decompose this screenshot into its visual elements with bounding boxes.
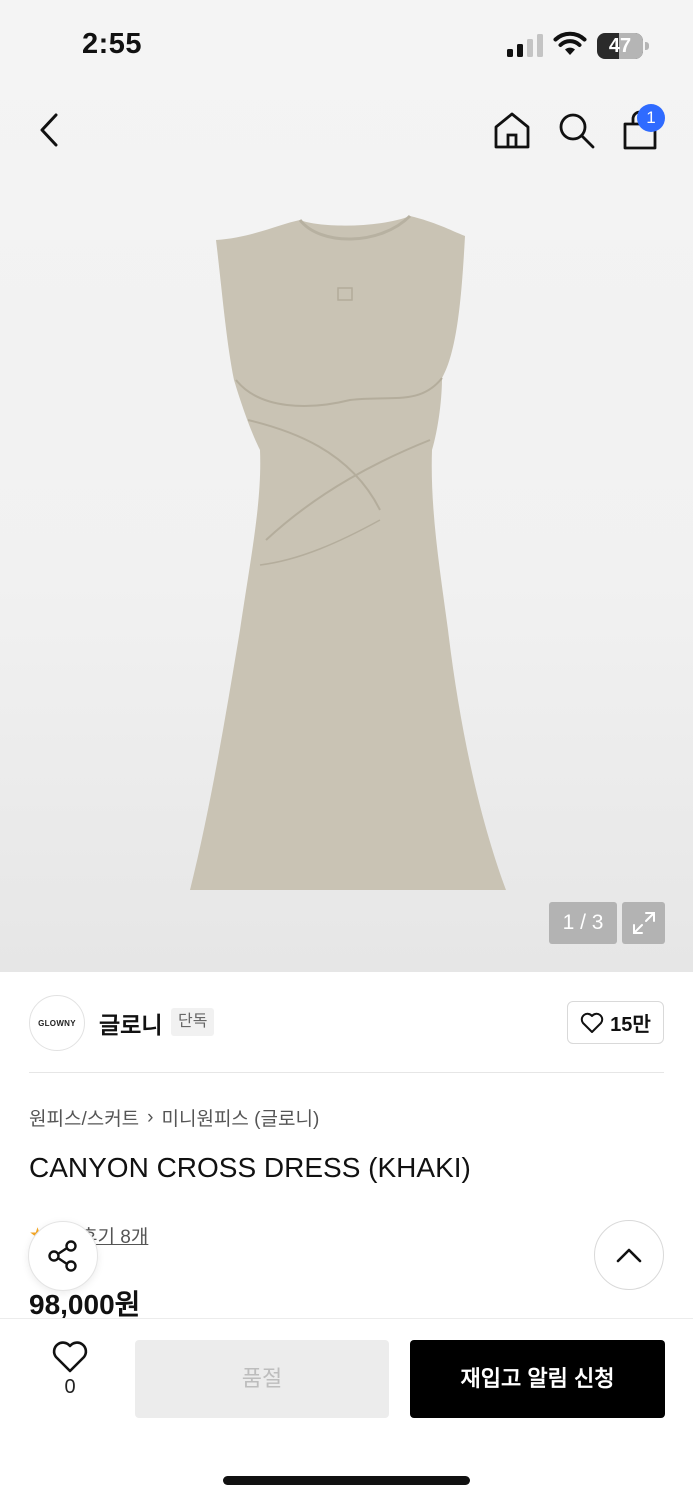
product-title: CANYON CROSS DRESS (KHAKI) bbox=[29, 1152, 471, 1183]
heart-icon bbox=[52, 1341, 88, 1373]
soldout-button[interactable]: 품절 bbox=[135, 1340, 389, 1418]
status-time: 2:55 bbox=[82, 28, 143, 60]
heart-icon bbox=[580, 1012, 604, 1033]
home-indicator bbox=[223, 1476, 470, 1485]
product-gallery[interactable]: 2:55 47 1 1 / 3 bbox=[0, 0, 693, 972]
restock-alert-button[interactable]: 재입고 알림 신청 bbox=[410, 1340, 665, 1418]
share-button[interactable] bbox=[28, 1221, 98, 1291]
brand-like-button[interactable]: 15만 bbox=[567, 1001, 664, 1044]
brand-logo-text: GLOWNY bbox=[38, 1018, 76, 1028]
cart-count-badge: 1 bbox=[637, 104, 665, 132]
breadcrumb-subcategory[interactable]: 미니원피스 (글로니) bbox=[162, 1104, 320, 1131]
cellular-signal-icon bbox=[507, 34, 543, 57]
chevron-left-icon bbox=[40, 113, 58, 147]
battery-percent: 47 bbox=[608, 35, 632, 57]
expand-icon bbox=[632, 912, 655, 934]
breadcrumb: 원피스/스커트 › 미니원피스 (글로니) bbox=[29, 1104, 319, 1131]
product-image[interactable] bbox=[180, 210, 520, 900]
back-button[interactable] bbox=[28, 108, 72, 152]
wish-count: 0 bbox=[64, 1376, 76, 1398]
status-bar: 2:55 47 bbox=[0, 0, 693, 90]
search-icon bbox=[559, 113, 595, 149]
breadcrumb-category[interactable]: 원피스/스커트 bbox=[29, 1104, 139, 1131]
chevron-up-icon bbox=[616, 1248, 642, 1263]
battery-icon: 47 bbox=[597, 33, 649, 59]
scroll-top-button[interactable] bbox=[594, 1220, 664, 1290]
exclusive-badge: 단독 bbox=[171, 1008, 215, 1036]
brand-name[interactable]: 글로니 bbox=[99, 1006, 162, 1040]
dress-shape bbox=[190, 216, 506, 890]
product-price: 98,000원 bbox=[29, 1289, 141, 1320]
home-button[interactable] bbox=[488, 106, 536, 154]
wifi-icon bbox=[553, 31, 587, 55]
brand-logo[interactable]: GLOWNY bbox=[29, 995, 85, 1051]
search-button[interactable] bbox=[552, 106, 600, 154]
share-icon bbox=[48, 1240, 77, 1272]
wish-button[interactable]: 0 bbox=[40, 1340, 100, 1410]
divider bbox=[29, 1072, 664, 1073]
breadcrumb-separator-icon: › bbox=[147, 1106, 154, 1128]
brand-like-count: 15만 bbox=[610, 1014, 651, 1036]
expand-button[interactable] bbox=[622, 902, 665, 944]
image-page-indicator: 1 / 3 bbox=[549, 902, 617, 944]
home-icon bbox=[494, 112, 530, 149]
